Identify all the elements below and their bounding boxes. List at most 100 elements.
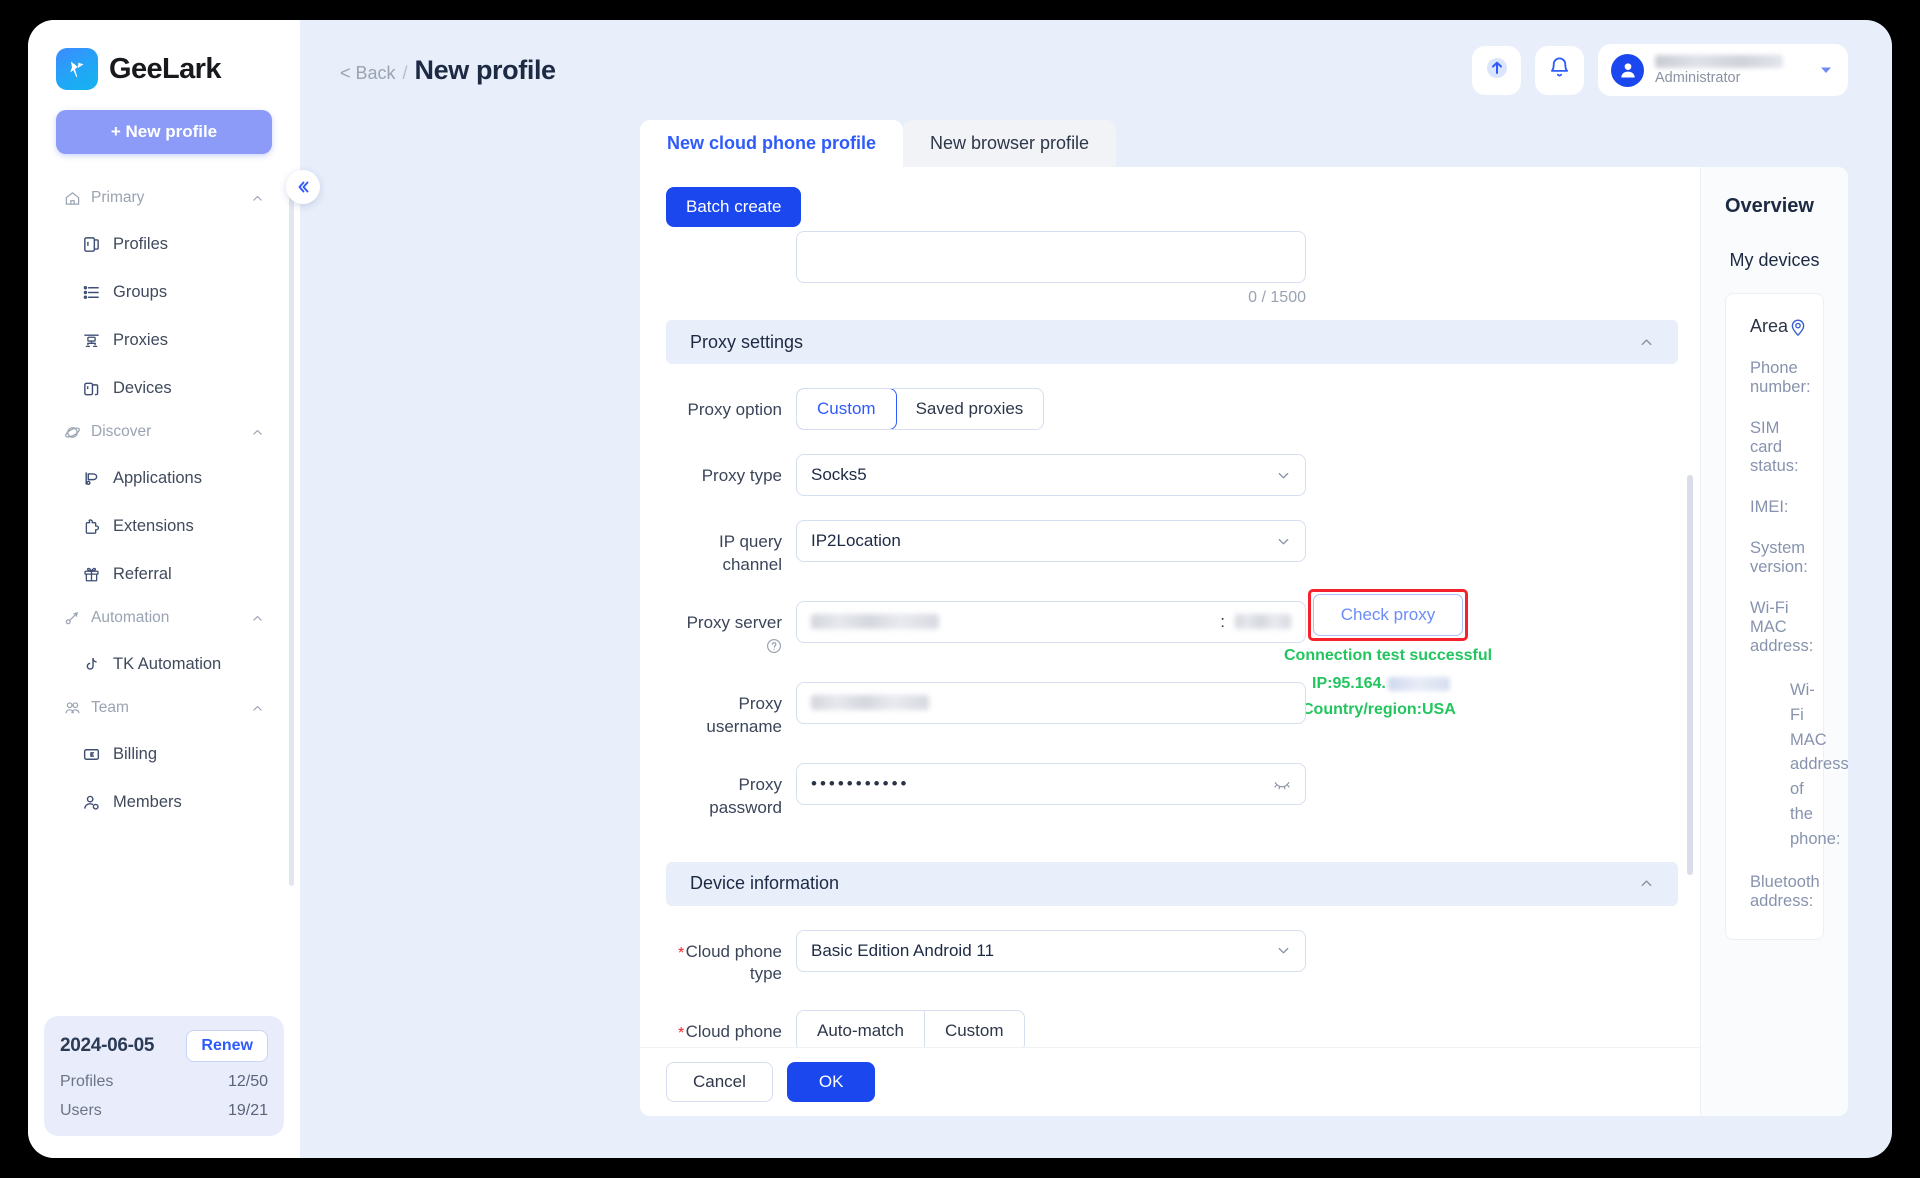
section-header-proxy-settings[interactable]: Proxy settings <box>666 320 1678 364</box>
chevron-down-icon <box>1276 534 1291 549</box>
help-question-icon[interactable] <box>765 637 782 654</box>
remark-textarea[interactable] <box>796 231 1306 283</box>
proxy-password-input[interactable]: ••••••••••• <box>796 762 1306 805</box>
label-ip-query-channel: IP query channel <box>718 532 782 574</box>
proxy-option-custom[interactable]: Custom <box>797 389 897 429</box>
sidebar-item-label: Profiles <box>113 234 169 253</box>
proxy-option-segmented: Custom Saved proxies <box>796 388 1045 430</box>
user-menu[interactable]: Administrator <box>1598 44 1848 96</box>
field-cloud-phone-type: * Cloud phone type Basic Edition Android… <box>666 929 1678 987</box>
field-proxy-type: Proxy type Socks5 <box>666 454 1678 496</box>
geelark-logo-icon <box>56 48 98 90</box>
new-profile-button[interactable]: + New profile <box>56 110 272 154</box>
plan-profiles-value: 12/50 <box>227 1073 268 1090</box>
check-proxy-button[interactable]: Check proxy <box>1313 593 1463 636</box>
breadcrumb: < Back / New profile <box>340 55 556 86</box>
devices-icon <box>82 379 101 398</box>
cloud-phone-type-select[interactable]: Basic Edition Android 11 <box>796 929 1306 972</box>
field-proxy-password: Proxy password ••••••••••• <box>666 762 1678 820</box>
sidebar-group-team[interactable]: Team <box>28 688 290 728</box>
label-cloud-phone-type: Cloud phone type <box>685 941 782 984</box>
section-header-device-information[interactable]: Device information <box>666 861 1678 906</box>
form-scrollbar[interactable] <box>1687 475 1693 875</box>
sidebar-item-label: Groups <box>113 282 168 301</box>
user-role-label: Administrator <box>1655 69 1741 86</box>
proxy-type-select[interactable]: Socks5 <box>796 454 1306 496</box>
label-proxy-password: Proxy password <box>709 774 782 817</box>
ip-query-channel-value: IP2Location <box>811 531 901 550</box>
ok-button[interactable]: OK <box>786 1062 876 1102</box>
proxy-server-input[interactable]: : <box>796 600 1306 643</box>
proxy-password-masked-value: ••••••••••• <box>811 773 910 793</box>
form-column: Batch create 0 / 1500 Proxy settings Pro… <box>640 167 1700 1116</box>
form-inner: 0 / 1500 Proxy settings Proxy option Cus… <box>640 231 1700 1047</box>
applications-icon <box>82 469 101 488</box>
upload-button[interactable] <box>1472 45 1521 95</box>
required-marker: * <box>678 1025 685 1043</box>
proxy-type-value: Socks5 <box>811 465 867 484</box>
sidebar-group-discover[interactable]: Discover <box>28 412 290 452</box>
sidebar-item-devices[interactable]: Devices <box>28 364 290 412</box>
notifications-button[interactable] <box>1535 45 1584 95</box>
sidebar-nav: Primary Profiles Groups Proxies Devices Disco… <box>28 178 300 1016</box>
sidebar-scrollbar[interactable] <box>289 186 294 886</box>
sidebar-item-billing[interactable]: Billing <box>28 730 290 778</box>
proxy-username-input[interactable] <box>796 681 1306 724</box>
remark-field-row <box>666 231 1678 283</box>
proxy-option-saved-proxies[interactable]: Saved proxies <box>896 389 1044 429</box>
ip-query-channel-select[interactable]: IP2Location <box>796 520 1306 562</box>
tiktok-note-icon <box>82 655 101 674</box>
chevron-up-icon <box>251 702 264 715</box>
referral-gift-icon <box>82 565 101 584</box>
form-scroll-area: 0 / 1500 Proxy settings Proxy option Cus… <box>640 227 1700 1047</box>
chevron-up-icon <box>1639 335 1654 350</box>
chevron-up-icon <box>251 426 264 439</box>
sidebar-item-label: Applications <box>113 468 202 487</box>
location-pin-icon[interactable] <box>1788 317 1808 337</box>
cloud-phone-area-auto-match[interactable]: Auto-match <box>797 1011 925 1047</box>
sidebar-item-tk-automation[interactable]: TK Automation <box>28 640 290 688</box>
profile-form-panel: Batch create 0 / 1500 Proxy settings Pro… <box>640 167 1848 1116</box>
chevron-down-icon <box>1276 943 1291 958</box>
breadcrumb-back-link[interactable]: < Back <box>340 63 396 84</box>
section-title-device-information: Device information <box>690 873 840 893</box>
page-title: New profile <box>414 54 557 85</box>
overview-field-wifi-mac-address: Wi-Fi MAC address: <box>1750 599 1814 655</box>
sidebar-item-groups[interactable]: Groups <box>28 268 290 316</box>
field-ip-query-channel: IP query channel IP2Location <box>666 520 1678 577</box>
field-proxy-server: Proxy server: Check proxy Connection te… <box>666 588 1678 718</box>
field-cloud-phone-area: * Cloud phone area Auto-match Custom <box>666 1010 1678 1047</box>
sidebar-group-primary[interactable]: Primary <box>28 178 290 218</box>
label-proxy-server: Proxy server <box>666 601 796 658</box>
sidebar-item-members[interactable]: Members <box>28 778 290 826</box>
sidebar-collapse-button[interactable] <box>286 170 320 204</box>
sidebar-item-profiles[interactable]: Profiles <box>28 220 290 268</box>
batch-create-button[interactable]: Batch create <box>666 187 802 227</box>
overview-field-bluetooth-address: Bluetooth address: <box>1750 873 1820 911</box>
home-icon <box>64 190 81 207</box>
sidebar-item-label: Proxies <box>113 330 169 349</box>
sidebar-group-automation[interactable]: Automation <box>28 598 290 638</box>
label-proxy-type: Proxy type <box>701 466 782 485</box>
overview-field-system-version: System version: <box>1750 539 1808 576</box>
eye-off-icon[interactable] <box>1273 775 1291 793</box>
tab-new-cloud-phone-profile[interactable]: New cloud phone profile <box>640 120 904 167</box>
cloud-phone-area-custom[interactable]: Custom <box>925 1011 1024 1047</box>
overview-subtitle: My devices <box>1729 250 1820 270</box>
sidebar-item-applications[interactable]: Applications <box>28 454 290 502</box>
sidebar-item-proxies[interactable]: Proxies <box>28 316 290 364</box>
renew-button[interactable]: Renew <box>186 1030 268 1062</box>
sidebar-group-label: Primary <box>91 189 145 206</box>
profiles-icon <box>82 235 101 254</box>
sidebar-item-referral[interactable]: Referral <box>28 550 290 598</box>
sidebar-item-extensions[interactable]: Extensions <box>28 502 290 550</box>
plan-card: 2024-06-05 Renew Profiles 12/50 Users 19… <box>44 1016 284 1136</box>
overview-field-sim-card-status: SIM card status: <box>1750 419 1799 475</box>
proxies-network-icon <box>82 331 101 350</box>
connection-test-status: Connection test successful <box>1284 646 1493 664</box>
user-name-redacted <box>1655 54 1783 68</box>
cancel-button[interactable]: Cancel <box>666 1062 773 1102</box>
overview-title: Overview <box>1725 195 1814 217</box>
tab-new-browser-profile[interactable]: New browser profile <box>903 120 1117 167</box>
proxy-username-redacted <box>811 695 929 711</box>
